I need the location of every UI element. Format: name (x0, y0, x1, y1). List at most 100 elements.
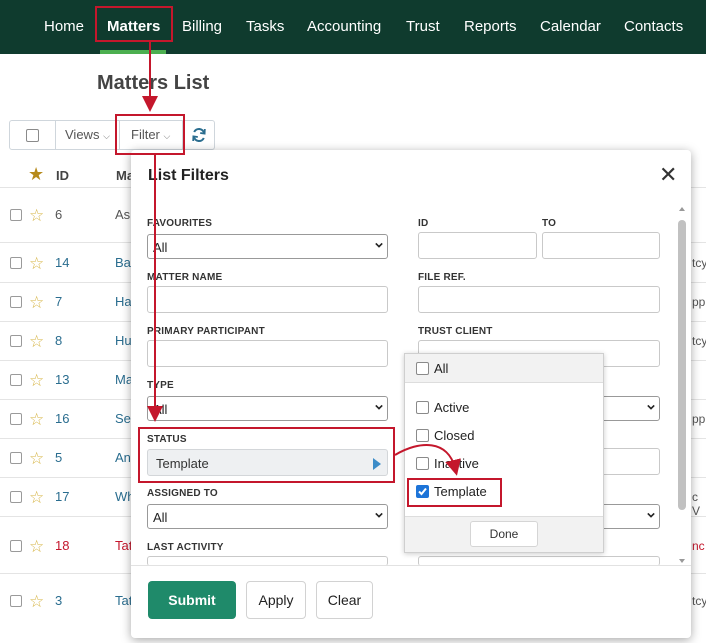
close-icon[interactable]: ✕ (659, 162, 677, 188)
matter-name-input[interactable] (147, 286, 388, 313)
refresh-icon[interactable] (191, 127, 207, 143)
status-label: STATUS (147, 434, 187, 445)
nav-matters[interactable]: Matters (107, 0, 160, 54)
star-icon[interactable]: ☆ (29, 538, 44, 555)
column-header-id[interactable]: ID (56, 168, 69, 183)
star-icon[interactable]: ☆ (29, 411, 44, 428)
row-id[interactable]: 14 (55, 255, 69, 270)
file-ref-label: FILE REF. (418, 272, 466, 283)
to-label: TO (542, 218, 557, 229)
file-ref-input[interactable] (418, 286, 660, 313)
checkmark-icon (418, 487, 427, 496)
nav-trust[interactable]: Trust (406, 0, 440, 54)
row-matter-name[interactable]: Ha (115, 294, 132, 309)
status-option-all-label: All (434, 361, 449, 376)
star-icon[interactable]: ☆ (29, 255, 44, 272)
row-checkbox[interactable] (10, 257, 22, 269)
apply-button[interactable]: Apply (246, 581, 306, 619)
status-multiselect[interactable]: Template (147, 449, 388, 476)
nav-calendar[interactable]: Calendar (540, 0, 601, 54)
row-id[interactable]: 7 (55, 294, 62, 309)
nav-billing[interactable]: Billing (182, 0, 222, 54)
toolbar-divider (182, 121, 183, 149)
chevron-down-icon (375, 512, 383, 518)
checkbox-checked[interactable] (416, 485, 429, 499)
checkbox[interactable] (416, 457, 429, 471)
done-button[interactable]: Done (470, 521, 538, 547)
top-nav-bar: Home Matters Billing Tasks Accounting Tr… (0, 0, 706, 54)
status-option-template[interactable]: Template (416, 484, 487, 499)
row-checkbox[interactable] (10, 209, 22, 221)
row-checkbox[interactable] (10, 413, 22, 425)
row-id[interactable]: 5 (55, 450, 62, 465)
row-matter-name[interactable]: Ba (115, 255, 131, 270)
checkbox[interactable] (416, 429, 429, 443)
id-to-input[interactable] (542, 232, 660, 259)
star-icon[interactable]: ☆ (29, 450, 44, 467)
scrollbar-thumb[interactable] (678, 220, 686, 510)
status-option-inactive[interactable]: Inactive (416, 456, 479, 471)
star-icon[interactable]: ☆ (29, 489, 44, 506)
nav-accounting[interactable]: Accounting (307, 0, 381, 54)
row-id[interactable]: 18 (55, 538, 69, 553)
select-all-checkbox[interactable] (26, 129, 39, 142)
clear-button[interactable]: Clear (316, 581, 373, 619)
type-select[interactable]: All (147, 396, 388, 421)
assigned-to-value: All (153, 510, 168, 525)
row-checkbox[interactable] (10, 540, 22, 552)
row-id[interactable]: 16 (55, 411, 69, 426)
primary-participant-input[interactable] (147, 340, 388, 367)
favourites-label: FAVOURITES (147, 218, 213, 229)
filter-button[interactable]: Filter ⌵ (131, 127, 170, 142)
row-checkbox[interactable] (10, 452, 22, 464)
row-tail-text: tcy (692, 334, 706, 348)
row-checkbox[interactable] (10, 296, 22, 308)
row-matter-name[interactable]: Hu (115, 333, 132, 348)
checkbox[interactable] (416, 401, 429, 415)
row-checkbox[interactable] (10, 374, 22, 386)
views-button[interactable]: Views ⌵ (65, 127, 110, 142)
star-icon[interactable]: ☆ (29, 372, 44, 389)
favourite-header-star-icon: ★ (28, 164, 45, 184)
status-option-closed[interactable]: Closed (416, 428, 474, 443)
nav-reports[interactable]: Reports (464, 0, 517, 54)
nav-home[interactable]: Home (44, 0, 84, 54)
row-matter-name[interactable]: Tat (115, 593, 132, 608)
star-icon[interactable]: ☆ (29, 333, 44, 350)
favourites-select[interactable]: All (147, 234, 388, 259)
row-id[interactable]: 8 (55, 333, 62, 348)
nav-contacts[interactable]: Contacts (624, 0, 683, 54)
status-option-label: Active (434, 400, 470, 415)
matter-name-label: MATTER NAME (147, 272, 223, 283)
row-checkbox[interactable] (10, 491, 22, 503)
row-checkbox[interactable] (10, 335, 22, 347)
row-id[interactable]: 13 (55, 372, 69, 387)
star-icon[interactable]: ☆ (29, 207, 44, 224)
submit-button[interactable]: Submit (148, 581, 236, 619)
modal-title: List Filters (148, 167, 229, 184)
id-from-input[interactable] (418, 232, 537, 259)
status-option-active[interactable]: Active (416, 400, 469, 415)
checkbox[interactable] (416, 362, 429, 376)
row-id[interactable]: 6 (55, 207, 62, 222)
row-checkbox[interactable] (10, 595, 22, 607)
nav-tasks[interactable]: Tasks (246, 0, 284, 54)
row-id[interactable]: 3 (55, 593, 62, 608)
row-tail-text: tcy (692, 256, 706, 270)
row-id[interactable]: 17 (55, 489, 69, 504)
views-label: Views (65, 127, 100, 142)
toolbar-divider (119, 121, 120, 149)
status-option-all[interactable]: All (416, 361, 448, 376)
chevron-down-icon: ⌵ (163, 131, 171, 141)
toolbar-divider (55, 121, 56, 149)
row-matter-name[interactable]: An (115, 450, 131, 465)
row-matter-name[interactable]: Tat (115, 538, 132, 553)
caret-right-icon (373, 458, 381, 470)
list-toolbar: Views ⌵ Filter ⌵ (9, 120, 215, 150)
star-icon[interactable]: ☆ (29, 294, 44, 311)
row-tail-text: nc (692, 539, 705, 553)
star-icon[interactable]: ☆ (29, 593, 44, 610)
chevron-down-icon (647, 404, 655, 410)
assigned-to-select[interactable]: All (147, 504, 388, 529)
status-value: Template (156, 456, 209, 471)
